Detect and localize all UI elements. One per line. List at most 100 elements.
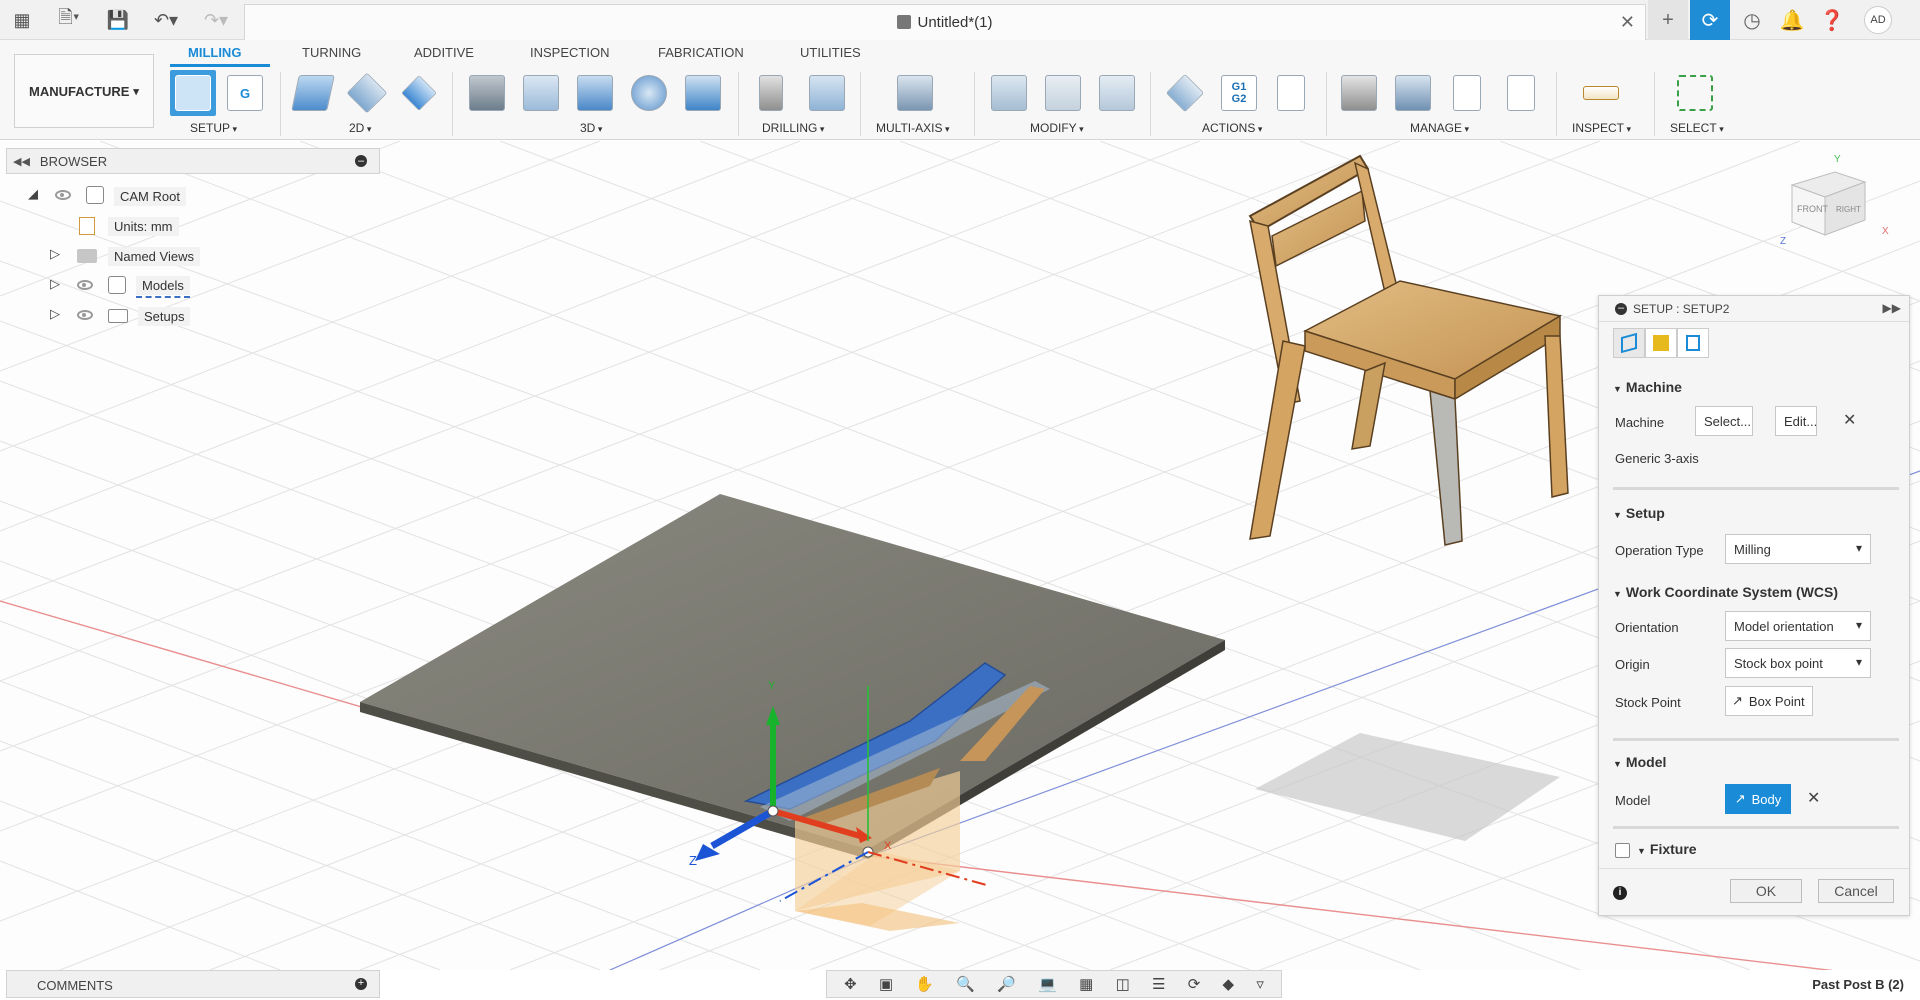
effects-icon[interactable]: ◆ [1223,975,1235,993]
setup-sheet-tool[interactable] [1268,70,1314,116]
new-tab-button[interactable]: + [1648,0,1688,40]
tab-post-process-icon[interactable] [1677,328,1709,358]
save-icon[interactable]: 💾 [104,6,132,34]
wcs-origin-point[interactable] [767,805,779,817]
display-settings-icon[interactable]: 💻 [1038,975,1057,993]
stock-point-select-button[interactable]: ↗ Box Point [1725,686,1813,716]
section-model-heading[interactable]: Model [1613,754,1666,770]
section-fixture-heading[interactable]: Fixture [1637,841,1697,857]
viewports-icon[interactable]: ◫ [1116,975,1130,993]
notifications-bell-icon[interactable]: 🔔 [1772,0,1812,40]
fixture-checkbox[interactable] [1615,843,1630,858]
group-select[interactable]: SELECT [1670,121,1724,135]
job-status-icon[interactable]: ⟳ [1690,0,1730,40]
orientation-select[interactable]: Model orientation [1725,611,1871,641]
tree-item-setups[interactable]: Setups [138,304,191,328]
file-menu-icon[interactable]: 🗎▾ [50,6,88,34]
clear-machine-icon[interactable]: ✕ [1843,410,1856,430]
undo-icon[interactable]: ↶▾ [146,6,186,34]
origin-select[interactable]: Stock box point [1725,648,1871,678]
multi-axis-tool[interactable] [892,70,938,116]
template-library-tool[interactable] [1498,70,1544,116]
dialog-minimize-icon[interactable]: – [1615,302,1627,315]
browser-minimize-icon[interactable]: – [355,155,367,167]
simulate-tool[interactable] [1162,70,1208,116]
group-2d[interactable]: 2D [349,121,371,135]
window-select-tool[interactable] [1672,70,1718,116]
user-avatar[interactable]: AD [1864,6,1892,34]
zoom-window-icon[interactable]: 🔎 [997,975,1016,993]
comments-panel[interactable]: COMMENTS + [6,970,380,998]
section-machine-heading[interactable]: Machine [1613,379,1682,395]
tool-display-icon[interactable]: ▿ [1256,975,1264,993]
pan-hand-icon[interactable]: ✋ [915,975,934,993]
measure-tool[interactable] [1578,70,1624,116]
group-manage[interactable]: MANAGE [1410,121,1469,135]
cancel-button[interactable]: Cancel [1818,879,1894,903]
tab-milling[interactable]: MILLING [188,45,241,60]
tab-stock-icon[interactable] [1645,328,1677,358]
expand-arrow-icon[interactable]: ▷ [50,306,60,322]
clear-model-icon[interactable]: ✕ [1807,788,1820,808]
tab-additive[interactable]: ADDITIVE [414,45,474,60]
group-inspect[interactable]: INSPECT [1572,121,1631,135]
collapse-panel-icon[interactable]: ◀◀ [13,155,30,168]
expand-arrow-icon[interactable]: ▷ [50,276,60,292]
machine-library-tool[interactable] [1390,70,1436,116]
tree-item-models[interactable]: Models [136,274,190,298]
browser-panel-header[interactable]: ◀◀ BROWSER – [6,148,380,174]
group-3d[interactable]: 3D [580,121,602,135]
tree-item-units[interactable]: Units: mm [108,214,179,238]
expand-arrow-icon[interactable]: ▷ [50,246,60,262]
nc-program-tool[interactable]: G [222,70,268,116]
visibility-eye-icon[interactable] [55,190,71,200]
3d-adaptive-tool[interactable] [464,70,510,116]
2d-pocket-tool[interactable] [344,70,390,116]
post-process-tool[interactable]: G1 G2 [1216,70,1262,116]
group-drilling[interactable]: DRILLING [762,121,824,135]
grid-settings-icon[interactable]: ▦ [1079,975,1093,993]
tool-library-tool[interactable] [1336,70,1382,116]
refresh-icon[interactable]: ⟳ [1188,975,1201,993]
zoom-icon[interactable]: 🔍 [956,975,975,993]
tab-setup-icon[interactable] [1613,328,1645,358]
2d-adaptive-tool[interactable] [290,70,336,116]
tree-item-cam-root[interactable]: CAM Root [114,184,186,208]
contour-tool[interactable] [626,70,672,116]
hole-recognition-tool[interactable] [804,70,850,116]
operation-type-select[interactable]: Milling [1725,534,1871,564]
machine-select-button[interactable]: Select... [1695,406,1753,436]
post-library-tool[interactable] [1444,70,1490,116]
look-at-icon[interactable]: ▣ [879,975,893,993]
close-tab-icon[interactable]: ✕ [1620,12,1635,33]
tree-item-named-views[interactable]: Named Views [108,244,200,268]
machine-edit-button[interactable]: Edit... [1775,406,1817,436]
group-setup[interactable]: SETUP [190,121,237,135]
apps-grid-icon[interactable]: ▦ [8,6,36,34]
drill-tool[interactable] [748,70,794,116]
tab-fabrication[interactable]: FABRICATION [658,45,744,60]
tab-turning[interactable]: TURNING [302,45,361,60]
info-icon[interactable]: i [1613,886,1627,900]
face-tool[interactable] [396,70,442,116]
layout-icon[interactable]: ☰ [1152,975,1165,993]
orbit-icon[interactable]: ✥ [844,975,857,993]
parallel-tool[interactable] [572,70,618,116]
section-setup-heading[interactable]: Setup [1613,505,1665,521]
document-tab[interactable]: Untitled*(1) ✕ [244,4,1646,40]
redo-icon[interactable]: ↷▾ [196,6,236,34]
visibility-eye-icon[interactable] [77,280,93,290]
edit-toolpath-tool[interactable] [1094,70,1140,116]
ok-button[interactable]: OK [1730,879,1802,903]
section-wcs-heading[interactable]: Work Coordinate System (WCS) [1613,584,1838,600]
history-clock-icon[interactable]: ◷ [1732,0,1772,40]
collapse-arrow-icon[interactable]: ◢ [28,186,38,202]
scallop-tool[interactable] [680,70,726,116]
dialog-header[interactable]: – SETUP : SETUP2 ▶▶ [1599,296,1909,322]
tab-utilities[interactable]: UTILITIES [800,45,861,60]
dialog-expand-icon[interactable]: ▶▶ [1883,301,1901,315]
visibility-eye-icon[interactable] [77,310,93,320]
group-multi-axis[interactable]: MULTI-AXIS [876,121,949,135]
trim-tool[interactable] [986,70,1032,116]
help-icon[interactable]: ❓ [1812,0,1852,40]
